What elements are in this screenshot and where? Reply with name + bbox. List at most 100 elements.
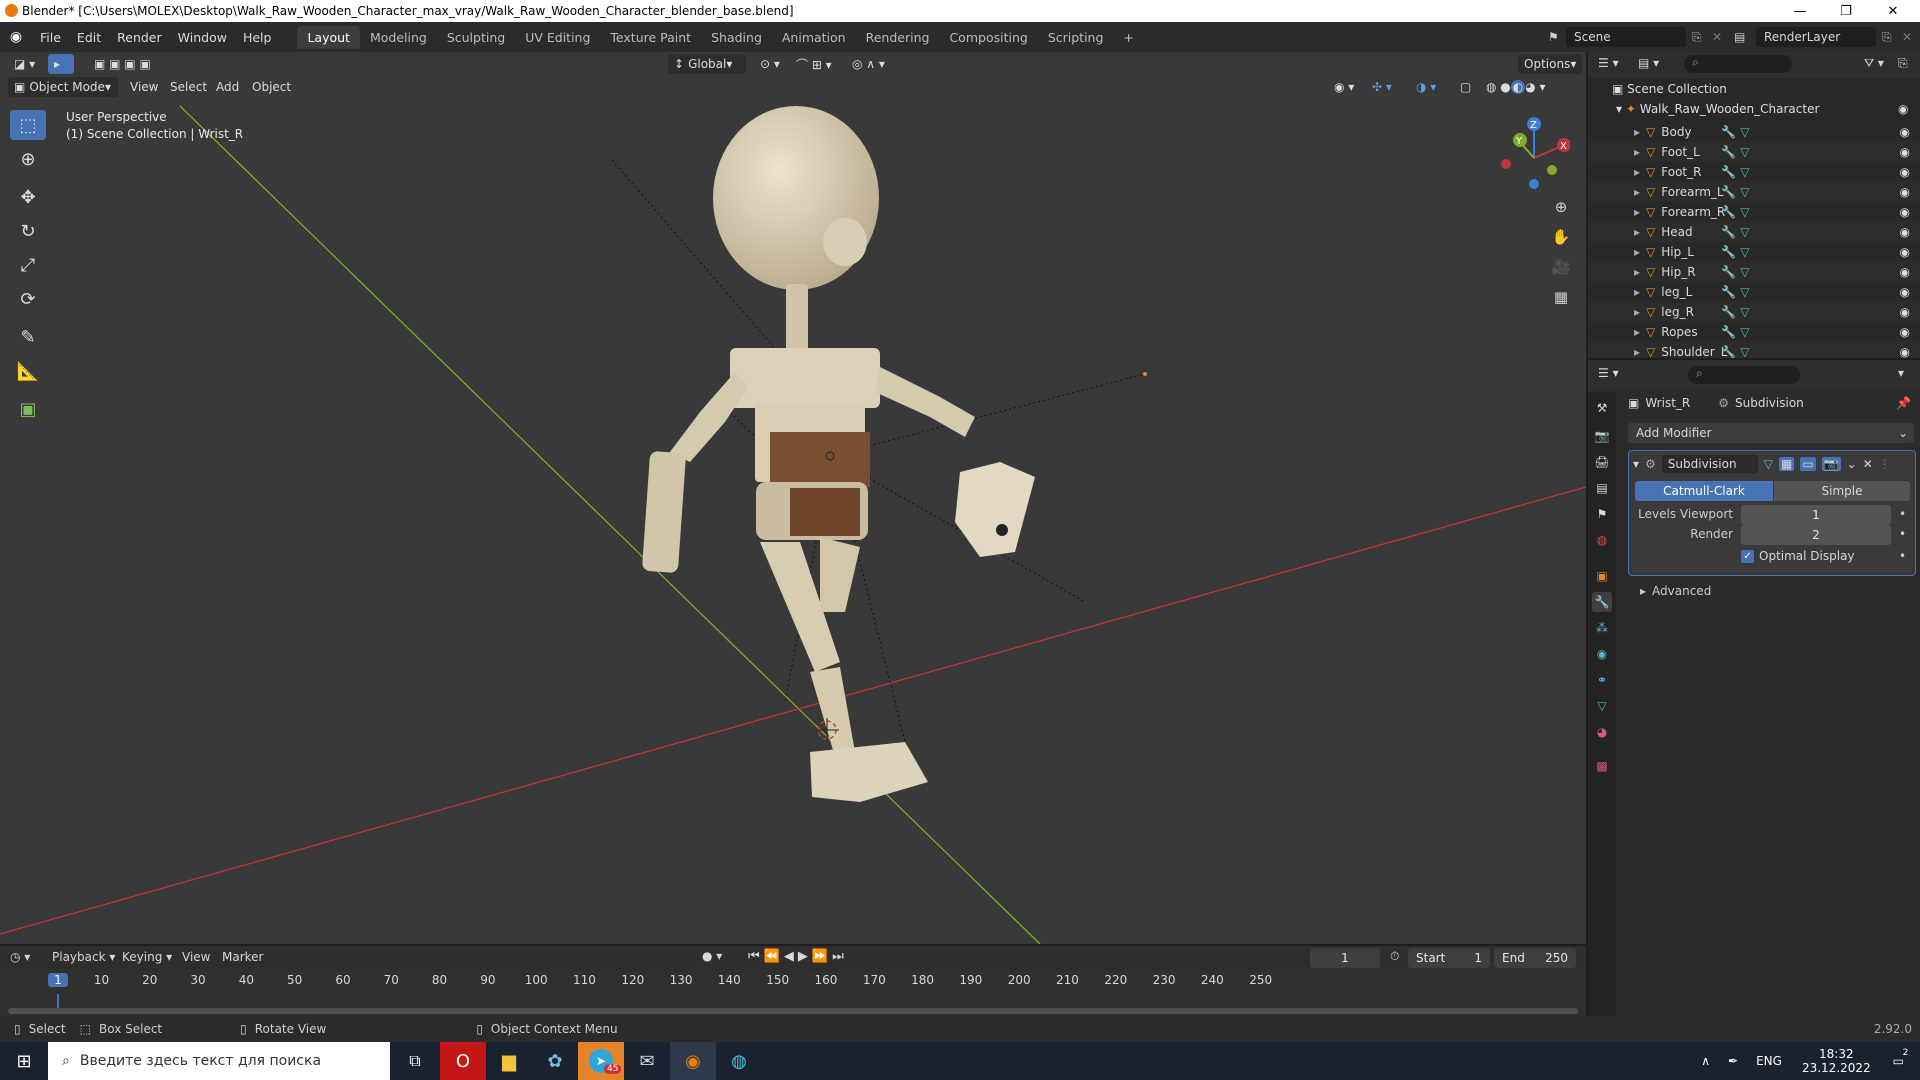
menu-render[interactable]: Render: [109, 30, 170, 45]
expand-icon[interactable]: ▸: [1634, 285, 1640, 299]
timeline-view-menu[interactable]: View: [182, 950, 210, 964]
visibility-eye-icon[interactable]: ◉: [1900, 245, 1910, 259]
drag-handle-icon[interactable]: ⋮: [1879, 457, 1891, 471]
taskbar-clock[interactable]: 18:32 23.12.2022: [1802, 1047, 1871, 1075]
clock-icon[interactable]: ⏱: [1390, 949, 1399, 964]
playback-controls-icon[interactable]: ⏮⏪◀▶⏩⏭: [748, 949, 848, 964]
expand-icon[interactable]: ▸: [1634, 125, 1640, 139]
viewport-menu-object[interactable]: Object: [246, 77, 297, 97]
task-view-icon[interactable]: ⧉: [390, 1051, 440, 1071]
visibility-eye-icon[interactable]: ◉: [1900, 165, 1910, 179]
world-tab-icon[interactable]: ◍: [1592, 530, 1612, 550]
outliner-item[interactable]: ▸ ▽ leg_R 🔧 ▽ ◉: [1588, 302, 1920, 322]
optimal-display-checkbox[interactable]: ✓: [1741, 549, 1754, 563]
keyframe-dot-icon[interactable]: •: [1899, 549, 1906, 563]
viewport-display-icon[interactable]: ▭: [1800, 457, 1816, 471]
levels-viewport-field[interactable]: 1: [1741, 505, 1891, 525]
mail-icon[interactable]: ✉: [624, 1051, 670, 1072]
expand-icon[interactable]: ▸: [1634, 305, 1640, 319]
expand-icon[interactable]: ▸: [1634, 165, 1640, 179]
properties-editor-icon[interactable]: ☰ ▾: [1598, 366, 1619, 380]
render-display-icon[interactable]: 📷: [1821, 457, 1841, 471]
collapse-icon[interactable]: ▾: [1633, 457, 1639, 471]
outliner-item[interactable]: ▸ ▽ Hip_R 🔧 ▽ ◉: [1588, 262, 1920, 282]
menu-file[interactable]: File: [32, 30, 69, 45]
outliner-search-icon[interactable]: ⌕: [1684, 55, 1792, 73]
outliner-item[interactable]: ▸ ▽ Hip_L 🔧 ▽ ◉: [1588, 242, 1920, 262]
grid-view-icon[interactable]: ▦: [1548, 284, 1574, 310]
blender-taskbar-icon[interactable]: ◉: [670, 1042, 716, 1080]
app2-icon[interactable]: ◍: [716, 1051, 762, 1072]
display-mode-icon[interactable]: ▤ ▾: [1638, 56, 1659, 70]
timeline-editor-icon[interactable]: ◷ ▾: [10, 950, 30, 964]
add-modifier-dropdown[interactable]: Add Modifier ⌄: [1628, 423, 1914, 443]
tab-scripting[interactable]: Scripting: [1038, 26, 1114, 49]
current-frame-field[interactable]: 1: [1310, 948, 1380, 968]
tab-rendering[interactable]: Rendering: [856, 26, 940, 49]
add-workspace-button[interactable]: +: [1113, 26, 1143, 49]
viewport-scene[interactable]: [0, 52, 1586, 944]
menu-edit[interactable]: Edit: [69, 30, 109, 45]
shading-modes-icon[interactable]: ◍ ● ◐ ◕ ▾: [1480, 77, 1552, 97]
timeline-scrollbar[interactable]: [8, 1008, 1578, 1014]
camera-icon[interactable]: 🎥: [1548, 254, 1574, 280]
outliner-item[interactable]: ▸ ▽ Forearm_L 🔧 ▽ ◉: [1588, 182, 1920, 202]
frame-ruler[interactable]: 1 10 20 30 40 50 60 70 80 90 100 110 120 130 140 150 160…: [0, 970, 1586, 992]
outliner-editor-icon[interactable]: ☰ ▾: [1598, 56, 1619, 70]
windows-start-icon[interactable]: ⊞: [0, 1051, 48, 1072]
transform-tool[interactable]: ⟳: [10, 284, 46, 314]
modifier-tab-icon[interactable]: 🔧: [1592, 592, 1612, 612]
telegram-icon[interactable]: ➤ 45: [578, 1042, 624, 1080]
collection-visibility-icon[interactable]: ◉: [1898, 102, 1908, 116]
view-layer-tab-icon[interactable]: ▤: [1592, 478, 1612, 498]
scene-icon[interactable]: ⚑: [1548, 30, 1566, 44]
visibility-eye-icon[interactable]: ◉: [1900, 345, 1910, 358]
expand-icon[interactable]: ▸: [1634, 185, 1640, 199]
editor-type-icon[interactable]: ◪ ▾: [8, 54, 41, 74]
move-tool[interactable]: ✥: [10, 182, 46, 212]
playback-menu[interactable]: Playback ▾: [52, 950, 115, 964]
expand-icon[interactable]: ▸: [1634, 265, 1640, 279]
output-tab-icon[interactable]: 🖨: [1592, 452, 1612, 472]
file-explorer-icon[interactable]: ▆: [486, 1051, 532, 1072]
outliner-item[interactable]: ▸ ▽ Head 🔧 ▽ ◉: [1588, 222, 1920, 242]
expand-icon[interactable]: ▸: [1634, 145, 1640, 159]
expand-icon[interactable]: ▸: [1634, 345, 1640, 358]
menu-window[interactable]: Window: [170, 30, 235, 45]
delete-scene-icon[interactable]: ✕: [1712, 30, 1728, 44]
notification-icon[interactable]: ▭ 2: [1893, 1048, 1909, 1068]
tab-shading[interactable]: Shading: [701, 26, 772, 49]
snap-icon[interactable]: ⌒ ⊞ ▾: [790, 54, 838, 74]
modifier-name-field[interactable]: Subdivision: [1661, 455, 1758, 473]
proportional-edit-icon[interactable]: ◎ ∧ ▾: [846, 54, 891, 74]
new-layer-icon[interactable]: ⎘: [1882, 30, 1902, 45]
outliner-item[interactable]: ▸ ▽ Shoulder_L 🔧 ▽ ◉: [1588, 342, 1920, 358]
material-tab-icon[interactable]: ◕: [1592, 722, 1612, 742]
physics-tab-icon[interactable]: ◉: [1592, 644, 1612, 664]
keyframe-dot-icon[interactable]: •: [1899, 507, 1906, 521]
visibility-icon[interactable]: ◉ ▾: [1328, 77, 1360, 97]
select-mode-icon[interactable]: ▸: [48, 54, 74, 74]
3d-viewport[interactable]: ◪ ▾ ▸ ▣ ▣ ▣ ▣ ↕ Global ▾ ⊙ ▾ ⌒ ⊞ ▾ ◎ ∧ ▾…: [0, 52, 1586, 944]
remove-modifier-icon[interactable]: ✕: [1863, 457, 1873, 471]
outliner-item[interactable]: ▸ ▽ Foot_L 🔧 ▽ ◉: [1588, 142, 1920, 162]
viewport-menu-select[interactable]: Select: [164, 77, 213, 97]
optimal-display-row[interactable]: ✓ Optimal Display: [1741, 549, 1855, 563]
options-dropdown[interactable]: Options ▾: [1518, 54, 1583, 74]
select-box-tool[interactable]: ⬚: [10, 110, 46, 140]
menu-help[interactable]: Help: [235, 30, 280, 45]
texture-tab-icon[interactable]: ▩: [1592, 756, 1612, 776]
simple-button[interactable]: Simple: [1774, 481, 1910, 501]
input-language[interactable]: ENG: [1756, 1054, 1782, 1068]
keyframe-dot-icon[interactable]: •: [1899, 527, 1906, 541]
catmull-clark-button[interactable]: Catmull-Clark: [1635, 481, 1773, 501]
marker-menu[interactable]: Marker: [222, 950, 263, 964]
tab-compositing[interactable]: Compositing: [939, 26, 1037, 49]
outliner-item[interactable]: ▸ ▽ Body 🔧 ▽ ◉: [1588, 122, 1920, 142]
edit-mode-icon[interactable]: ▽: [1764, 457, 1773, 471]
maximize-button[interactable]: ❐: [1823, 0, 1869, 22]
visibility-eye-icon[interactable]: ◉: [1900, 325, 1910, 339]
opera-icon[interactable]: O: [440, 1042, 486, 1080]
cage-icon[interactable]: ▦: [1779, 457, 1795, 471]
scale-tool[interactable]: ⤢: [10, 250, 46, 280]
